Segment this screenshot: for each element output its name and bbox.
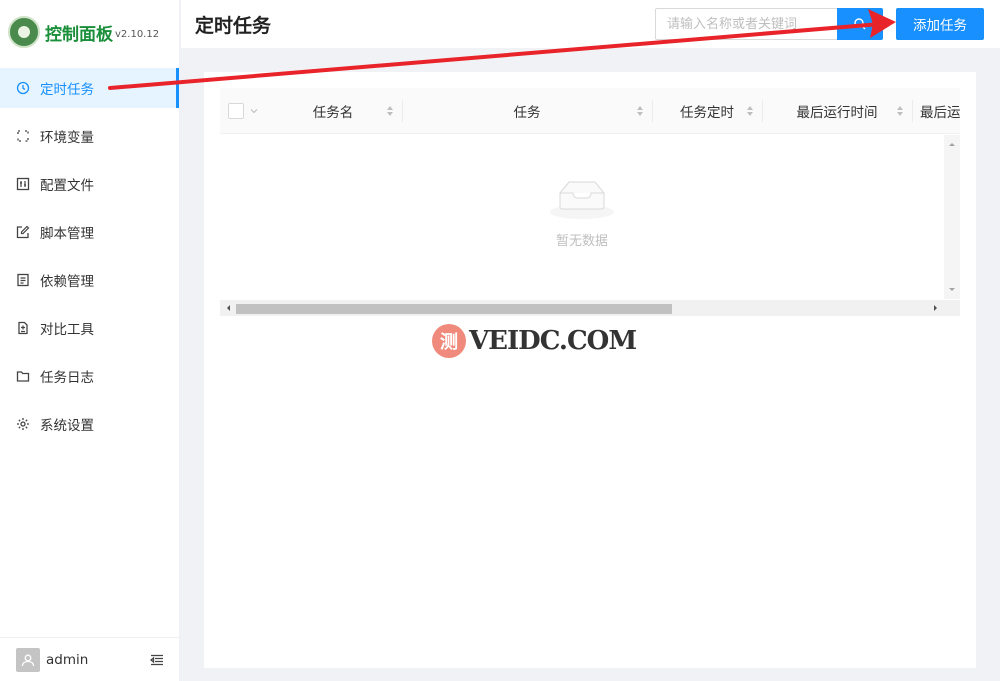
column-header-task[interactable]: 任务: [402, 88, 652, 134]
watermark-badge: 测: [432, 324, 466, 358]
logo-icon: [8, 16, 40, 48]
select-all: [228, 103, 258, 119]
horizontal-scrollbar[interactable]: [220, 300, 960, 316]
empty-inbox-icon: [550, 181, 614, 219]
config-file-icon: [16, 177, 30, 191]
sidebar-item-label: 依赖管理: [40, 274, 94, 290]
sort-icon[interactable]: [386, 105, 394, 117]
page-header: 定时任务 添加任务: [181, 0, 1000, 48]
sidebar-item-diff-tool[interactable]: 对比工具: [0, 308, 179, 348]
gear-icon: [16, 417, 30, 431]
column-label: 任务定时: [680, 105, 734, 121]
search-input[interactable]: [655, 8, 837, 40]
folder-icon: [16, 369, 30, 383]
watermark: 测 VEIDC.COM: [432, 324, 637, 358]
sidebar-item-system-settings[interactable]: 系统设置: [0, 404, 179, 444]
search-box: [655, 8, 883, 40]
column-label: 最后运行时间: [796, 105, 878, 121]
sidebar-item-script-management[interactable]: 脚本管理: [0, 212, 179, 252]
sidebar-item-label: 环境变量: [40, 130, 94, 146]
search-button[interactable]: [837, 8, 883, 40]
add-task-button[interactable]: 添加任务: [896, 8, 984, 40]
tasks-table: 任务名 任务 任务定时 最后运行时间 最后运 暂无数据: [220, 88, 960, 320]
page-title: 定时任务: [195, 15, 272, 37]
column-header-task-name[interactable]: 任务名: [264, 88, 402, 134]
user-icon: [21, 654, 35, 666]
scroll-left-icon[interactable]: [220, 300, 236, 316]
scroll-right-icon[interactable]: [928, 300, 944, 316]
empty-state: 暂无数据: [550, 179, 614, 249]
sidebar-item-label: 任务日志: [40, 370, 94, 386]
empty-text: 暂无数据: [555, 234, 608, 249]
scrollbar-thumb[interactable]: [236, 304, 672, 314]
sidebar-item-label: 脚本管理: [40, 226, 94, 242]
sidebar-item-label: 配置文件: [40, 178, 94, 194]
sidebar-item-env-variables[interactable]: 环境变量: [0, 116, 179, 156]
env-variable-icon: [16, 129, 30, 143]
search-icon: [854, 18, 866, 30]
column-label: 任务: [513, 105, 541, 121]
sort-icon[interactable]: [636, 105, 644, 117]
select-all-checkbox[interactable]: [228, 103, 244, 119]
menu-fold-icon[interactable]: [149, 652, 164, 666]
sidebar-item-dependency-management[interactable]: 依赖管理: [0, 260, 179, 300]
sort-icon[interactable]: [896, 105, 904, 117]
column-header-last-run-time[interactable]: 最后运行时间: [762, 88, 912, 134]
sidebar: 控制面板 v2.10.12 定时任务 环境变量 配置文件 脚本管理 依赖管理 对…: [0, 0, 180, 681]
scroll-arrows-icon: [949, 143, 955, 291]
column-header-schedule[interactable]: 任务定时: [652, 88, 762, 134]
sidebar-menu: 定时任务 环境变量 配置文件 脚本管理 依赖管理 对比工具 任务日志 系统设置: [0, 68, 179, 444]
sidebar-item-label: 对比工具: [40, 322, 94, 338]
brand-title: 控制面板: [45, 24, 113, 45]
brand: 控制面板 v2.10.12: [0, 0, 179, 64]
vertical-scrollbar[interactable]: [944, 135, 960, 299]
column-label: 最后运: [920, 105, 960, 121]
brand-version: v2.10.12: [115, 29, 160, 40]
username[interactable]: admin: [46, 652, 88, 668]
watermark-text: VEIDC.COM: [469, 326, 637, 356]
sort-icon[interactable]: [746, 105, 754, 117]
sidebar-item-task-logs[interactable]: 任务日志: [0, 356, 179, 396]
clock-icon: [16, 81, 30, 95]
edit-icon: [16, 225, 30, 239]
sidebar-item-label: 系统设置: [40, 418, 94, 434]
column-divider: [912, 100, 913, 122]
chevron-down-icon[interactable]: [250, 107, 258, 115]
diff-icon: [16, 321, 30, 335]
dependency-icon: [16, 273, 30, 287]
table-body: 暂无数据: [220, 135, 944, 299]
column-label: 任务名: [312, 105, 354, 121]
sidebar-item-cron-tasks[interactable]: 定时任务: [0, 68, 179, 108]
avatar[interactable]: [16, 647, 40, 672]
sidebar-item-label: 定时任务: [40, 82, 94, 98]
sidebar-footer: admin: [0, 637, 180, 681]
column-header-last-run[interactable]: 最后运: [920, 88, 960, 134]
sidebar-item-config-files[interactable]: 配置文件: [0, 164, 179, 204]
table-header: 任务名 任务 任务定时 最后运行时间 最后运: [220, 88, 960, 134]
content-card: 任务名 任务 任务定时 最后运行时间 最后运 暂无数据: [204, 72, 976, 668]
